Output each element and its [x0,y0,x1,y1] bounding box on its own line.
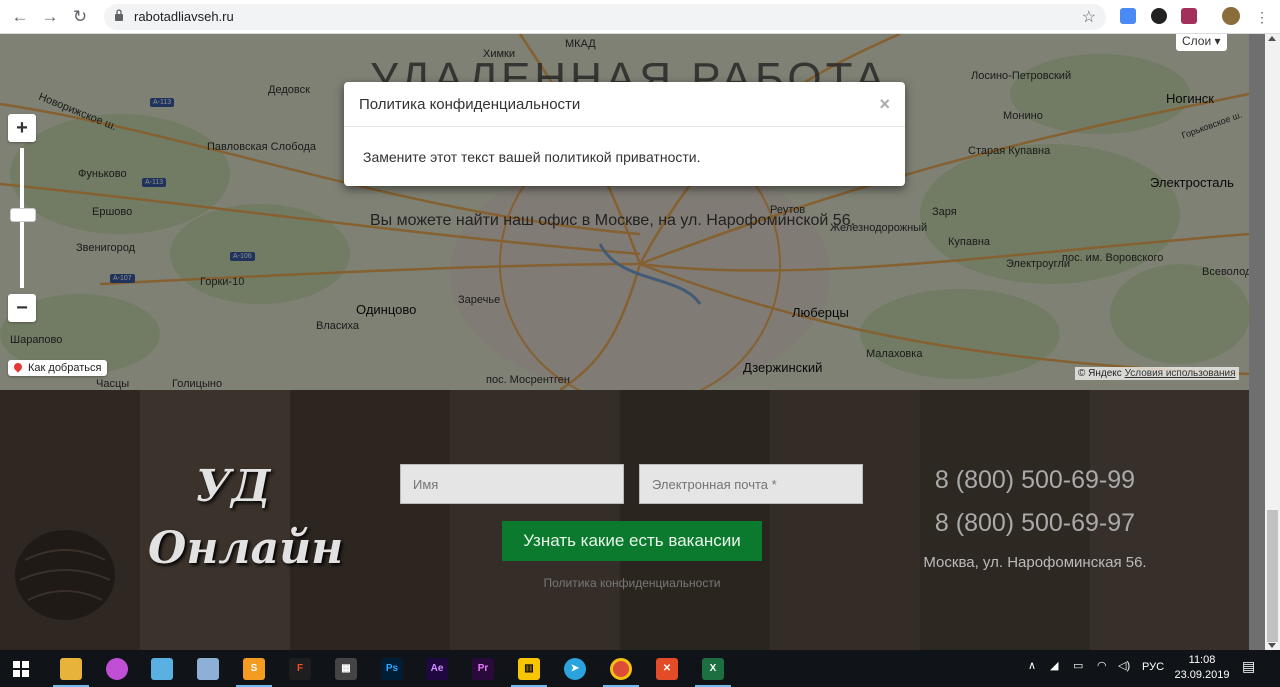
zoom-slider-handle[interactable] [10,208,36,222]
app-icon[interactable] [151,658,173,680]
extension-dark-icon[interactable] [1151,8,1167,24]
reload-icon[interactable]: ↻ [70,7,90,27]
figma-icon[interactable]: F [289,658,311,680]
app-yellow-icon[interactable]: ▥ [518,658,540,680]
zoom-out-button[interactable]: − [8,294,36,322]
tray-expand-icon[interactable]: ∧ [1028,659,1036,672]
info-icon[interactable] [114,9,124,21]
zoom-in-button[interactable]: + [8,114,36,142]
scroll-down-arrow-icon[interactable] [1268,643,1276,648]
map-zoom-control: + − [8,114,36,322]
photoshop-icon[interactable]: Ps [381,658,403,680]
premiere-icon[interactable]: Pr [472,658,494,680]
modal-title: Политика конфиденциальности [359,96,581,113]
name-input[interactable] [400,464,624,504]
after-effects-icon[interactable]: Ae [426,658,448,680]
telegram-icon[interactable]: ➤ [564,658,586,680]
url-text: rabotadliavseh.ru [134,9,234,24]
battery-icon[interactable]: ▭ [1073,659,1083,672]
route-button[interactable]: Как добраться [8,360,108,376]
paint-icon[interactable] [197,658,219,680]
wifi-icon[interactable]: ◠ [1097,659,1107,672]
map-copyright: © Яндекс Условия использования [1075,367,1239,380]
forward-icon[interactable]: → [40,7,60,27]
tray-app-icon[interactable]: ◢ [1050,659,1058,672]
email-input[interactable] [639,464,863,504]
file-explorer-icon[interactable] [60,658,82,680]
footer-section: УД Онлайн Узнать какие есть вакансии Пол… [0,390,1249,650]
system-clock[interactable]: 11:08 23.09.2019 [1172,653,1232,683]
notifications-icon[interactable]: ▤ [1242,658,1255,675]
scrollbar-thumb[interactable] [1267,510,1278,642]
language-indicator[interactable]: РУС [1142,661,1164,673]
address-bar[interactable]: rabotadliavseh.ru ☆ [104,4,1106,30]
bookmark-star-icon[interactable]: ☆ [1082,7,1096,27]
windows-start-icon[interactable] [13,661,29,677]
footer-address: Москва, ул. Нарофоминская 56. [923,554,1147,571]
extension-w-icon[interactable] [1181,8,1197,24]
modal-body: Замените этот текст вашей политикой прив… [363,149,701,165]
chrome-icon[interactable] [610,658,632,680]
app-red-icon[interactable]: ✕ [656,658,678,680]
office-address-text: Вы можете найти наш офис в Москве, на ул… [370,212,856,229]
zoom-slider[interactable] [10,148,36,288]
menu-dots-icon[interactable]: ⋮ [1252,7,1272,27]
phone-number-2[interactable]: 8 (800) 500-69-97 [900,509,1170,538]
profile-avatar[interactable] [1222,7,1240,25]
excel-icon[interactable]: X [702,658,724,680]
volume-icon[interactable]: ◁) [1118,659,1130,672]
back-icon[interactable]: ← [10,7,30,27]
map-pin-icon [12,361,24,373]
scroll-up-arrow-icon[interactable] [1268,36,1276,41]
modal-header: Политика конфиденциальности × [344,82,905,127]
page-scrollbar[interactable] [1265,34,1280,650]
privacy-policy-link[interactable]: Политика конфиденциальности [502,576,762,590]
extension-translate-icon[interactable] [1120,8,1136,24]
privacy-policy-modal: Политика конфиденциальности × Замените э… [344,82,905,186]
site-logo[interactable]: УД Онлайн [148,456,343,580]
phone-number-1[interactable]: 8 (800) 500-69-99 [900,466,1170,495]
windows-taskbar: S F ▦ Ps Ae Pr ▥ ➤ ✕ X ∧ ◢ ▭ ◠ ◁) РУС 11… [0,650,1280,687]
map-layers-button[interactable]: Слои ▾ [1176,34,1227,51]
pine-cone-decoration [15,530,115,620]
sublime-text-icon[interactable]: S [243,658,265,680]
terms-link[interactable]: Условия использования [1125,368,1236,379]
paint-3d-icon[interactable] [106,658,128,680]
close-icon[interactable]: × [879,94,890,115]
calculator-icon[interactable]: ▦ [335,658,357,680]
browser-toolbar: ← → ↻ rabotadliavseh.ru ☆ ⋮ [0,0,1280,34]
find-vacancies-button[interactable]: Узнать какие есть вакансии [502,521,762,561]
